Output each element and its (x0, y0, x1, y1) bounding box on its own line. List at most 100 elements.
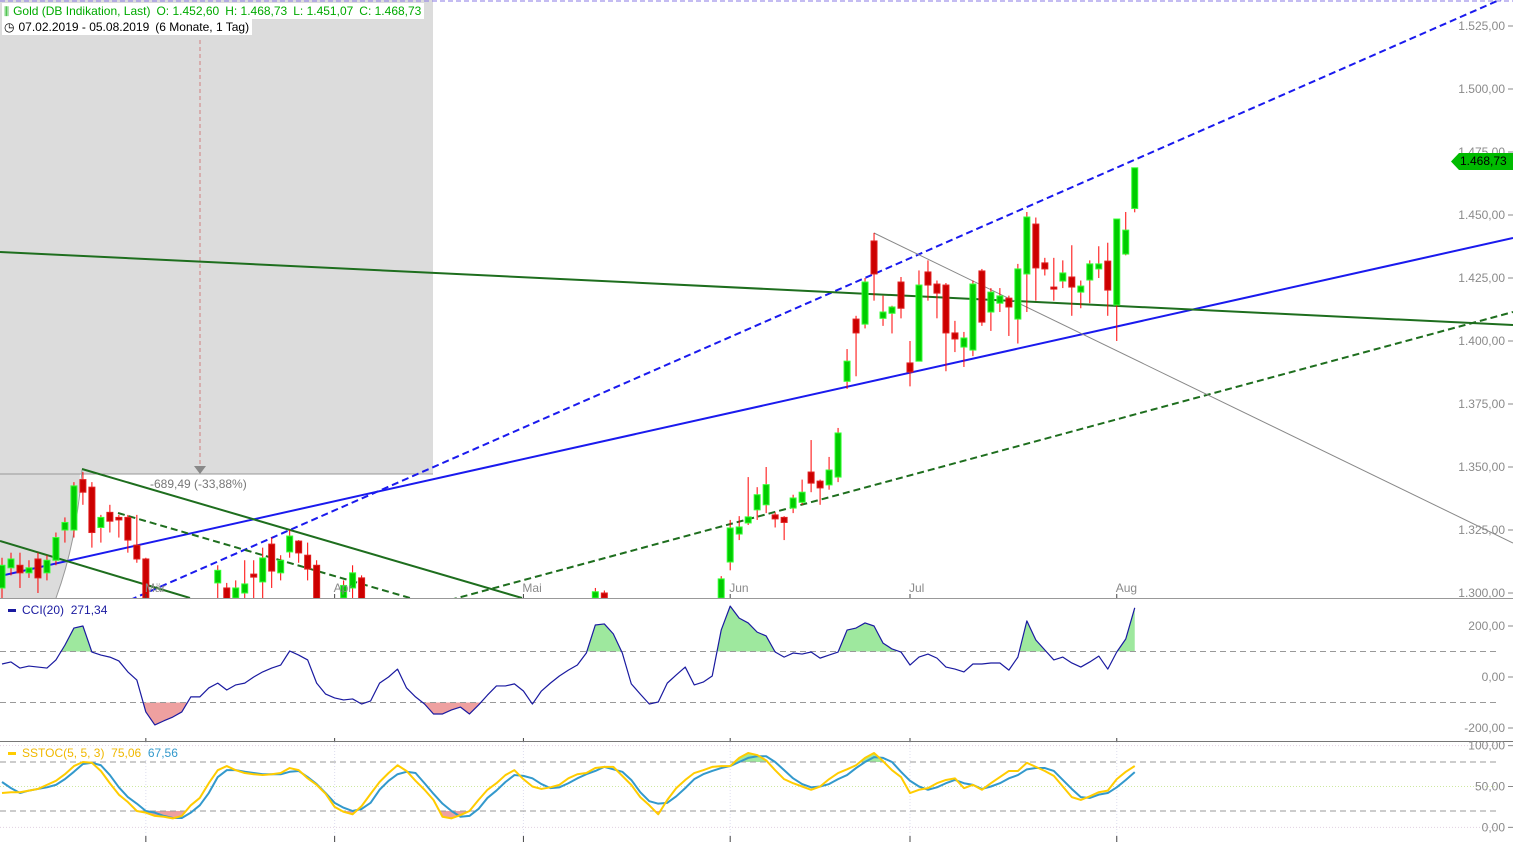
candle-body (762, 484, 770, 506)
candle-up[interactable] (996, 288, 1004, 313)
candle-up[interactable] (1095, 246, 1103, 278)
sstoc-k-line[interactable] (1, 752, 1136, 820)
candle-down[interactable] (133, 514, 141, 563)
candle-down[interactable] (942, 283, 950, 372)
candle-body (870, 240, 878, 275)
cci-panel[interactable] (0, 605, 1500, 726)
candle-down[interactable] (852, 315, 860, 377)
candle-down[interactable] (313, 560, 321, 618)
candle-up[interactable] (214, 565, 222, 598)
candle-up[interactable] (861, 278, 869, 329)
candle-body (726, 527, 734, 563)
candle-up[interactable] (888, 305, 896, 334)
cci-legend[interactable]: CCI(20) 271,34 (6, 603, 110, 617)
candle-up[interactable] (753, 487, 761, 520)
price-panel[interactable] (0, 0, 1513, 618)
candle-down[interactable] (870, 232, 878, 301)
trendline-gray[interactable] (873, 232, 1513, 544)
candle-up[interactable] (70, 482, 78, 538)
candle-up[interactable] (1122, 211, 1130, 256)
instrument-name: Gold (DB Indikation, Last) (13, 4, 151, 18)
candle-up[interactable] (52, 532, 60, 566)
candle-down[interactable] (295, 540, 303, 563)
candle-body (16, 564, 24, 574)
price-axis-label: 1.400,00 (1458, 334, 1505, 348)
candle-down[interactable] (771, 512, 779, 528)
candle-down[interactable] (106, 504, 114, 533)
candle-down[interactable] (906, 341, 914, 387)
sstoc-legend[interactable]: SSTOC(5, 5, 3) 75,06 67,56 (6, 746, 180, 760)
candle-down[interactable] (978, 268, 986, 326)
candle-up[interactable] (825, 456, 833, 490)
candle-down[interactable] (816, 479, 824, 505)
candle-body (1131, 167, 1139, 209)
candle-body (1104, 260, 1112, 291)
candle-down[interactable] (1005, 295, 1013, 336)
candle-body (1005, 297, 1013, 308)
candle-up[interactable] (717, 576, 725, 600)
price-axis-label: 1.300,00 (1458, 586, 1505, 600)
candle-up[interactable] (915, 270, 923, 362)
candle-up[interactable] (259, 547, 267, 606)
candle-up[interactable] (987, 288, 995, 331)
chart-settings-icon[interactable]: ⫼ (4, 6, 9, 18)
candle-up[interactable] (762, 467, 770, 514)
candle-up[interactable] (1014, 263, 1022, 344)
candle-body (286, 535, 294, 553)
candle-down[interactable] (304, 542, 312, 581)
candle-up[interactable] (1086, 260, 1094, 304)
candle-up[interactable] (591, 587, 599, 603)
candle-up[interactable] (232, 580, 240, 613)
sstoc-panel[interactable] (0, 745, 1500, 828)
candle-up[interactable] (798, 479, 806, 505)
candle-down[interactable] (88, 482, 96, 548)
candle-up[interactable] (286, 530, 294, 558)
candle-down[interactable] (897, 276, 905, 319)
candle-up[interactable] (1131, 167, 1139, 213)
candle-body (295, 540, 303, 554)
candle-down[interactable] (1041, 257, 1049, 276)
candle-body (0, 564, 6, 589)
candle-down[interactable] (268, 537, 276, 588)
candle-up[interactable] (241, 560, 249, 613)
candle-down[interactable] (79, 472, 87, 505)
candle-down[interactable] (807, 440, 815, 493)
candle-down[interactable] (780, 516, 788, 541)
candle-body (70, 485, 78, 531)
candle-up[interactable] (1023, 211, 1031, 313)
candle-down[interactable] (223, 582, 231, 608)
candle-body (241, 583, 249, 594)
date-range: 07.02.2019 - 05.08.2019 (18, 20, 150, 34)
measurement-label: -689,49 (-33,88%) (150, 477, 247, 491)
candle-up[interactable] (97, 514, 105, 543)
clock-icon[interactable]: ◷ (4, 20, 14, 34)
candle-down[interactable] (358, 575, 366, 613)
chart-canvas[interactable]: Mär Apr Mai Jun Jul Aug 1.525,001.500,001.475… (0, 0, 1513, 842)
instrument-legend[interactable]: ⫼ Gold (DB Indikation, Last) O: 1.452,60 H:… (2, 3, 425, 19)
candle-up[interactable] (1059, 260, 1067, 289)
candle-up[interactable] (834, 427, 842, 483)
candle-down[interactable] (115, 514, 123, 538)
trendline-green-dashed[interactable] (450, 311, 1513, 600)
date-range-legend[interactable]: ◷ 07.02.2019 - 05.08.2019 (6 Monate, 1 Tag… (2, 19, 253, 35)
candle-down[interactable] (600, 590, 608, 603)
candle-body (25, 567, 33, 574)
candle-up[interactable] (843, 349, 851, 389)
candle-up[interactable] (879, 295, 887, 326)
candle-down[interactable] (250, 560, 258, 618)
candle-up[interactable] (735, 516, 743, 541)
candle-down[interactable] (924, 260, 932, 301)
candle-up[interactable] (1113, 218, 1121, 341)
candle-up[interactable] (789, 494, 797, 514)
candle-up[interactable] (744, 477, 752, 525)
candle-down[interactable] (933, 280, 941, 319)
candle-down[interactable] (1050, 257, 1058, 301)
candle-body (61, 521, 69, 531)
candle-down[interactable] (1068, 245, 1076, 316)
candle-up[interactable] (726, 519, 734, 571)
candle-down[interactable] (1032, 217, 1040, 301)
candle-body (277, 559, 285, 574)
candle-down[interactable] (951, 320, 959, 353)
candle-body (789, 497, 797, 509)
candle-up[interactable] (969, 280, 977, 357)
